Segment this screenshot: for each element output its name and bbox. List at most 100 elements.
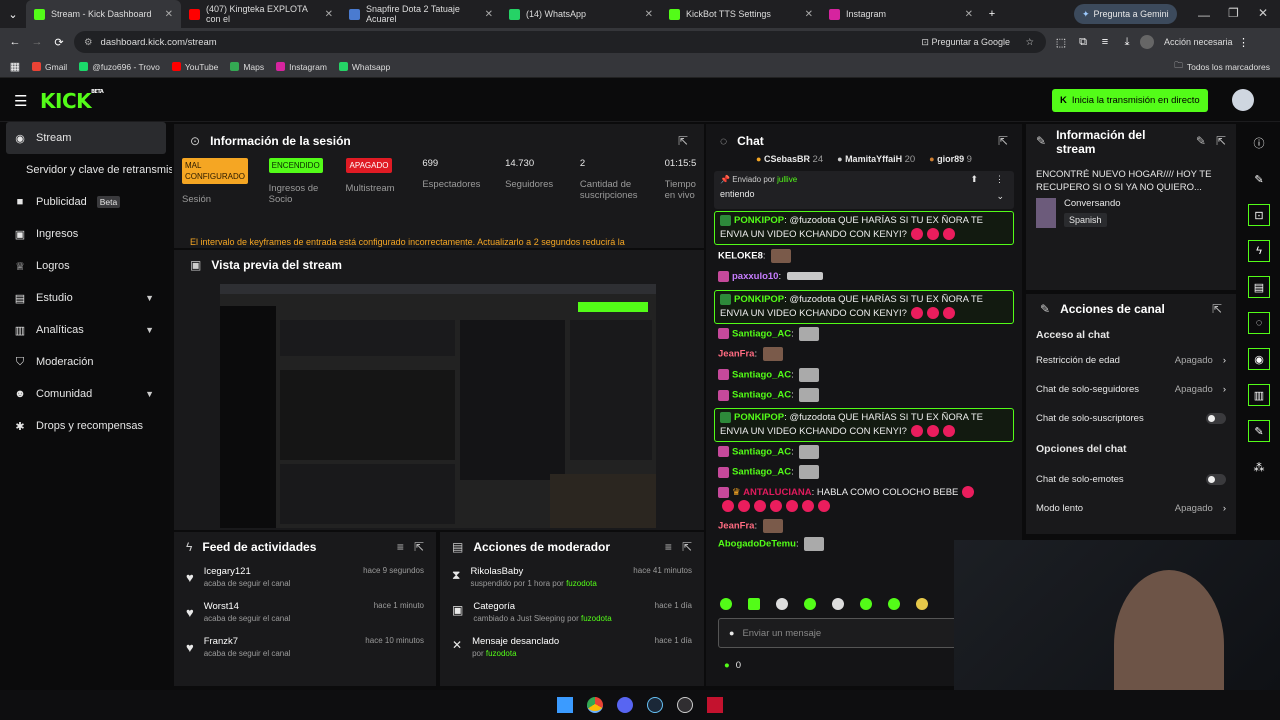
gifter-item[interactable]: ● CSebasBR 24 — [756, 154, 823, 165]
sidebar-item-advertising[interactable]: ■ Publicidad Beta — [0, 186, 172, 218]
pinned-by-user[interactable]: jullive — [777, 175, 797, 184]
apps-grid-icon[interactable]: ▦ — [4, 56, 26, 78]
bookmark-maps[interactable]: Maps — [230, 62, 264, 72]
sidebar-item-drops[interactable]: ✱ Drops y recompensas — [0, 410, 172, 442]
screenshot-icon[interactable]: ⧉ — [1072, 31, 1094, 53]
stream-category[interactable]: Conversando — [1064, 198, 1121, 209]
server-icon[interactable]: ▥ — [1248, 384, 1270, 406]
app-icon[interactable] — [707, 697, 723, 713]
ask-google-chip[interactable]: ⊡ Preguntar a Google — [921, 37, 1010, 48]
chat-message[interactable]: Santiago_AC: — [714, 365, 1014, 386]
chat-username[interactable]: JeanFra — [718, 349, 754, 360]
gifter-item[interactable]: ● MamitaYffaiH 20 — [837, 154, 915, 165]
emote-icon[interactable] — [748, 598, 760, 610]
edit-icon[interactable]: ✎ — [1196, 134, 1206, 148]
sidebar-item-analytics[interactable]: ▥ Analíticas ▼ — [0, 314, 172, 346]
popout-icon[interactable]: ⇱ — [678, 134, 688, 148]
popout-icon[interactable]: ⇱ — [682, 540, 692, 554]
chat-message[interactable]: PONKIPOP: @fuzodota QUE HARÍAS SI TU EX … — [714, 407, 1014, 442]
wrench-icon[interactable]: ✎ — [1248, 420, 1270, 442]
start-stream-button[interactable]: K Inicia la transmisión en directo — [1052, 89, 1208, 112]
sidebar-item-community[interactable]: ☻ Comunidad ▼ — [0, 378, 172, 410]
emote-icon[interactable] — [776, 598, 788, 610]
tab-kick-dashboard[interactable]: Stream - Kick Dashboard ✕ — [26, 0, 181, 28]
close-icon[interactable]: ✕ — [805, 9, 813, 20]
chat-username[interactable]: Santiago_AC — [732, 446, 791, 457]
chat-message[interactable]: Santiago_AC: — [714, 462, 1014, 483]
profile-avatar[interactable] — [1140, 35, 1154, 49]
category-thumbnail[interactable] — [1036, 198, 1056, 228]
bookmark-gmail[interactable]: Gmail — [32, 62, 67, 72]
bookmark-star-icon[interactable]: ☆ — [1025, 37, 1034, 48]
close-icon[interactable]: ✕ — [645, 9, 653, 20]
mod-action-by[interactable]: fuzodota — [566, 579, 597, 588]
bolt-icon[interactable]: ϟ — [1248, 240, 1270, 262]
pencil-icon[interactable]: ✎ — [1248, 168, 1270, 190]
chevron-down-icon[interactable]: ⌄ — [996, 191, 1004, 202]
download-icon[interactable]: ⤓ — [1116, 31, 1138, 53]
chat-username[interactable]: Santiago_AC — [732, 369, 791, 380]
sidebar-item-revenue[interactable]: ▣ Ingresos — [0, 218, 172, 250]
age-restriction-row[interactable]: Restricción de edad Apagado › — [1026, 346, 1236, 375]
emote-icon[interactable] — [832, 598, 844, 610]
sidebar-item-studio[interactable]: ▤ Estudio ▼ — [0, 282, 172, 314]
discord-icon[interactable] — [617, 697, 633, 713]
emote-icon[interactable] — [720, 598, 732, 610]
menu-dots-icon[interactable]: ⋮ — [995, 174, 1004, 185]
preview-video[interactable] — [220, 284, 656, 528]
chat-username[interactable]: Santiago_AC — [732, 467, 791, 478]
chat-username[interactable]: ANTALUCIANA — [743, 487, 811, 498]
new-tab-plus-icon[interactable]: + — [981, 3, 1003, 25]
close-icon[interactable]: ✕ — [485, 9, 493, 20]
bookmark-instagram[interactable]: Instagram — [276, 62, 327, 72]
menu-dots-icon[interactable]: ⋮ — [1233, 31, 1255, 53]
pinned-message[interactable]: 📌 Enviado por jullive entiendo ⬆ ⋮ ⌄ — [714, 171, 1014, 209]
chat-message[interactable]: KELOKE8: — [714, 245, 1014, 268]
popout-icon[interactable]: ⇱ — [998, 134, 1008, 148]
extensions-icon[interactable]: ⬚ — [1050, 31, 1072, 53]
chat-message[interactable]: JeanFra: — [714, 344, 1014, 365]
filter-icon[interactable]: ≡ — [397, 540, 404, 554]
tab-snapfire[interactable]: Snapfire Dota 2 Tatuaje Acuarel ✕ — [341, 0, 501, 28]
close-icon[interactable]: ✕ — [165, 9, 173, 20]
close-icon[interactable]: ✕ — [965, 9, 973, 20]
gemini-button[interactable]: ✦ Pregunta a Gemini — [1074, 4, 1177, 24]
steam-icon[interactable] — [647, 697, 663, 713]
chat-username[interactable]: AbogadoDeTemu — [718, 539, 796, 550]
share-icon[interactable]: ⁂ — [1248, 456, 1270, 478]
mod-action-by[interactable]: fuzodota — [486, 649, 517, 658]
popout-icon[interactable]: ⇱ — [1216, 134, 1226, 148]
chat-username[interactable]: PONKIPOP — [734, 294, 784, 305]
emotes-only-toggle[interactable] — [1206, 474, 1226, 485]
emote-icon[interactable] — [916, 598, 928, 610]
action-needed-button[interactable]: Acción necesaria — [1164, 37, 1233, 47]
sidebar-item-moderation[interactable]: ⛉ Moderación — [0, 346, 172, 378]
broadcast-icon[interactable]: ◉ — [1248, 348, 1270, 370]
chat-message[interactable]: Santiago_AC: — [714, 442, 1014, 463]
reload-icon[interactable]: ⟳ — [48, 31, 70, 53]
pin-icon[interactable]: ⬆ — [970, 174, 978, 185]
chat-message[interactable]: ♛ ANTALUCIANA: HABLA COMO COLOCHO BEBE — [714, 483, 1014, 517]
window-close-icon[interactable]: ✕ — [1258, 6, 1268, 20]
bookmark-trovo[interactable]: @fuzo696 - Trovo — [79, 62, 160, 72]
sidebar-item-server-key[interactable]: Servidor y clave de retransmisión — [0, 154, 172, 186]
gifter-item[interactable]: ● gior89 9 — [929, 154, 972, 165]
feed-user[interactable]: Worst14 — [204, 601, 291, 612]
tab-youtube[interactable]: (407) Kingteka EXPLOTA con el ✕ — [181, 0, 341, 28]
kick-logo[interactable]: KICKBETA — [40, 89, 104, 113]
hamburger-menu-icon[interactable]: ☰ — [14, 92, 27, 110]
back-icon[interactable]: ← — [4, 31, 26, 53]
chat-bubble-icon[interactable]: ◌ — [1248, 312, 1270, 334]
site-info-icon[interactable]: ⚙ — [84, 37, 93, 48]
emote-icon[interactable] — [860, 598, 872, 610]
forward-icon[interactable]: → — [26, 31, 48, 53]
chat-points[interactable]: ● 0 — [724, 660, 741, 671]
chat-username[interactable]: JeanFra — [718, 520, 754, 531]
chat-username[interactable]: PONKIPOP — [734, 215, 784, 226]
filter-icon[interactable]: ≡ — [665, 540, 672, 554]
tab-whatsapp[interactable]: (14) WhatsApp ✕ — [501, 0, 661, 28]
bookmark-youtube[interactable]: YouTube — [171, 62, 218, 72]
chat-message[interactable]: paxxulo10: — [714, 268, 1014, 286]
bookmark-whatsapp[interactable]: Whatsapp — [338, 62, 390, 72]
tab-search-icon[interactable]: ⌄ — [0, 3, 26, 25]
